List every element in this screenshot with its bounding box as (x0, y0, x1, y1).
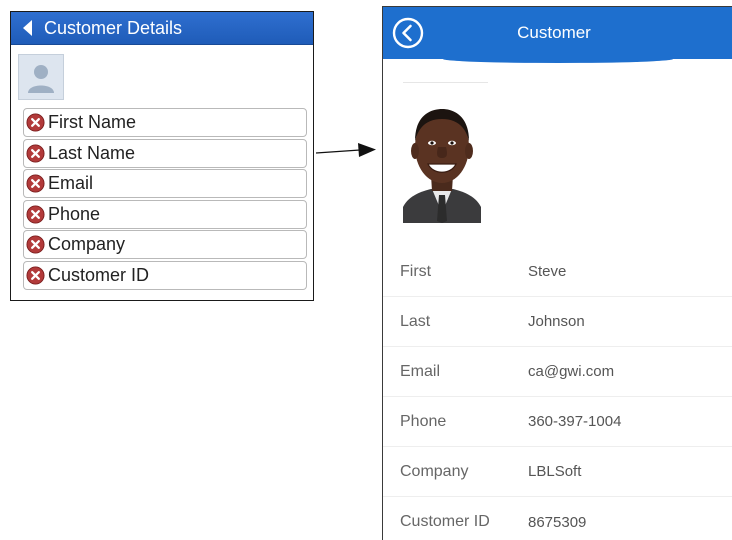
field-row-first-name[interactable]: First Name (23, 108, 307, 137)
detail-label: Customer ID (400, 513, 490, 530)
detail-row-last: Last Johnson (383, 297, 732, 347)
detail-value: Steve (528, 263, 567, 280)
divider (403, 82, 488, 83)
detail-row-phone: Phone 360-397-1004 (383, 397, 732, 447)
detail-label: Last (400, 312, 431, 330)
detail-list: First Steve Last Johnson Email ca@gwi.co… (383, 247, 732, 540)
detail-value: Johnson (528, 313, 585, 330)
field-row-phone[interactable]: Phone (23, 199, 307, 229)
mobile-preview: Customer First Steve Last Johnson Email … (382, 6, 732, 540)
detail-label: First (400, 262, 432, 280)
detail-row-first: First Steve (383, 247, 732, 297)
arrow-right-icon (316, 143, 376, 157)
designer-panel: Customer Details First Name Last Name Em… (10, 11, 314, 301)
preview-title: Customer (517, 23, 591, 42)
detail-row-customer-id: Customer ID 8675309 (383, 497, 732, 540)
detail-label: Email (400, 362, 441, 380)
field-label: First Name (48, 112, 137, 132)
detail-value[interactable]: 360-397-1004 (528, 413, 621, 430)
detail-value: 8675309 (528, 513, 587, 531)
detail-value: LBLSoft (528, 463, 582, 480)
field-label: Email (48, 173, 94, 193)
remove-circle-icon[interactable] (26, 204, 45, 224)
designer-field-list: First Name Last Name Email Phone Company… (23, 108, 307, 291)
detail-value[interactable]: ca@gwi.com (528, 363, 614, 380)
field-label: Customer ID (48, 264, 150, 285)
remove-circle-icon[interactable] (26, 113, 45, 132)
designer-header: Customer Details (11, 12, 313, 45)
detail-label: Company (400, 462, 469, 480)
field-row-last-name[interactable]: Last Name (23, 138, 307, 168)
customer-photo (403, 95, 481, 223)
detail-row-company: Company LBLSoft (383, 447, 732, 497)
field-label: Phone (48, 203, 101, 224)
person-placeholder-icon[interactable] (18, 54, 64, 100)
remove-circle-icon[interactable] (26, 265, 45, 285)
remove-circle-icon[interactable] (26, 174, 45, 193)
detail-row-email: Email ca@gwi.com (383, 347, 732, 397)
field-row-company[interactable]: Company (23, 230, 307, 259)
remove-circle-icon[interactable] (26, 143, 45, 163)
stage: Customer Details First Name Last Name Em… (0, 0, 732, 540)
detail-label: Phone (400, 412, 447, 430)
field-label: Company (48, 234, 126, 254)
field-row-email[interactable]: Email (23, 169, 307, 198)
header-curve (443, 55, 673, 63)
field-row-customer-id[interactable]: Customer ID (23, 260, 307, 290)
back-triangle-icon[interactable] (23, 20, 32, 36)
field-label: Last Name (48, 142, 136, 163)
designer-header-title: Customer Details (44, 17, 183, 38)
remove-circle-icon[interactable] (26, 235, 45, 254)
preview-header: Customer (383, 7, 732, 63)
